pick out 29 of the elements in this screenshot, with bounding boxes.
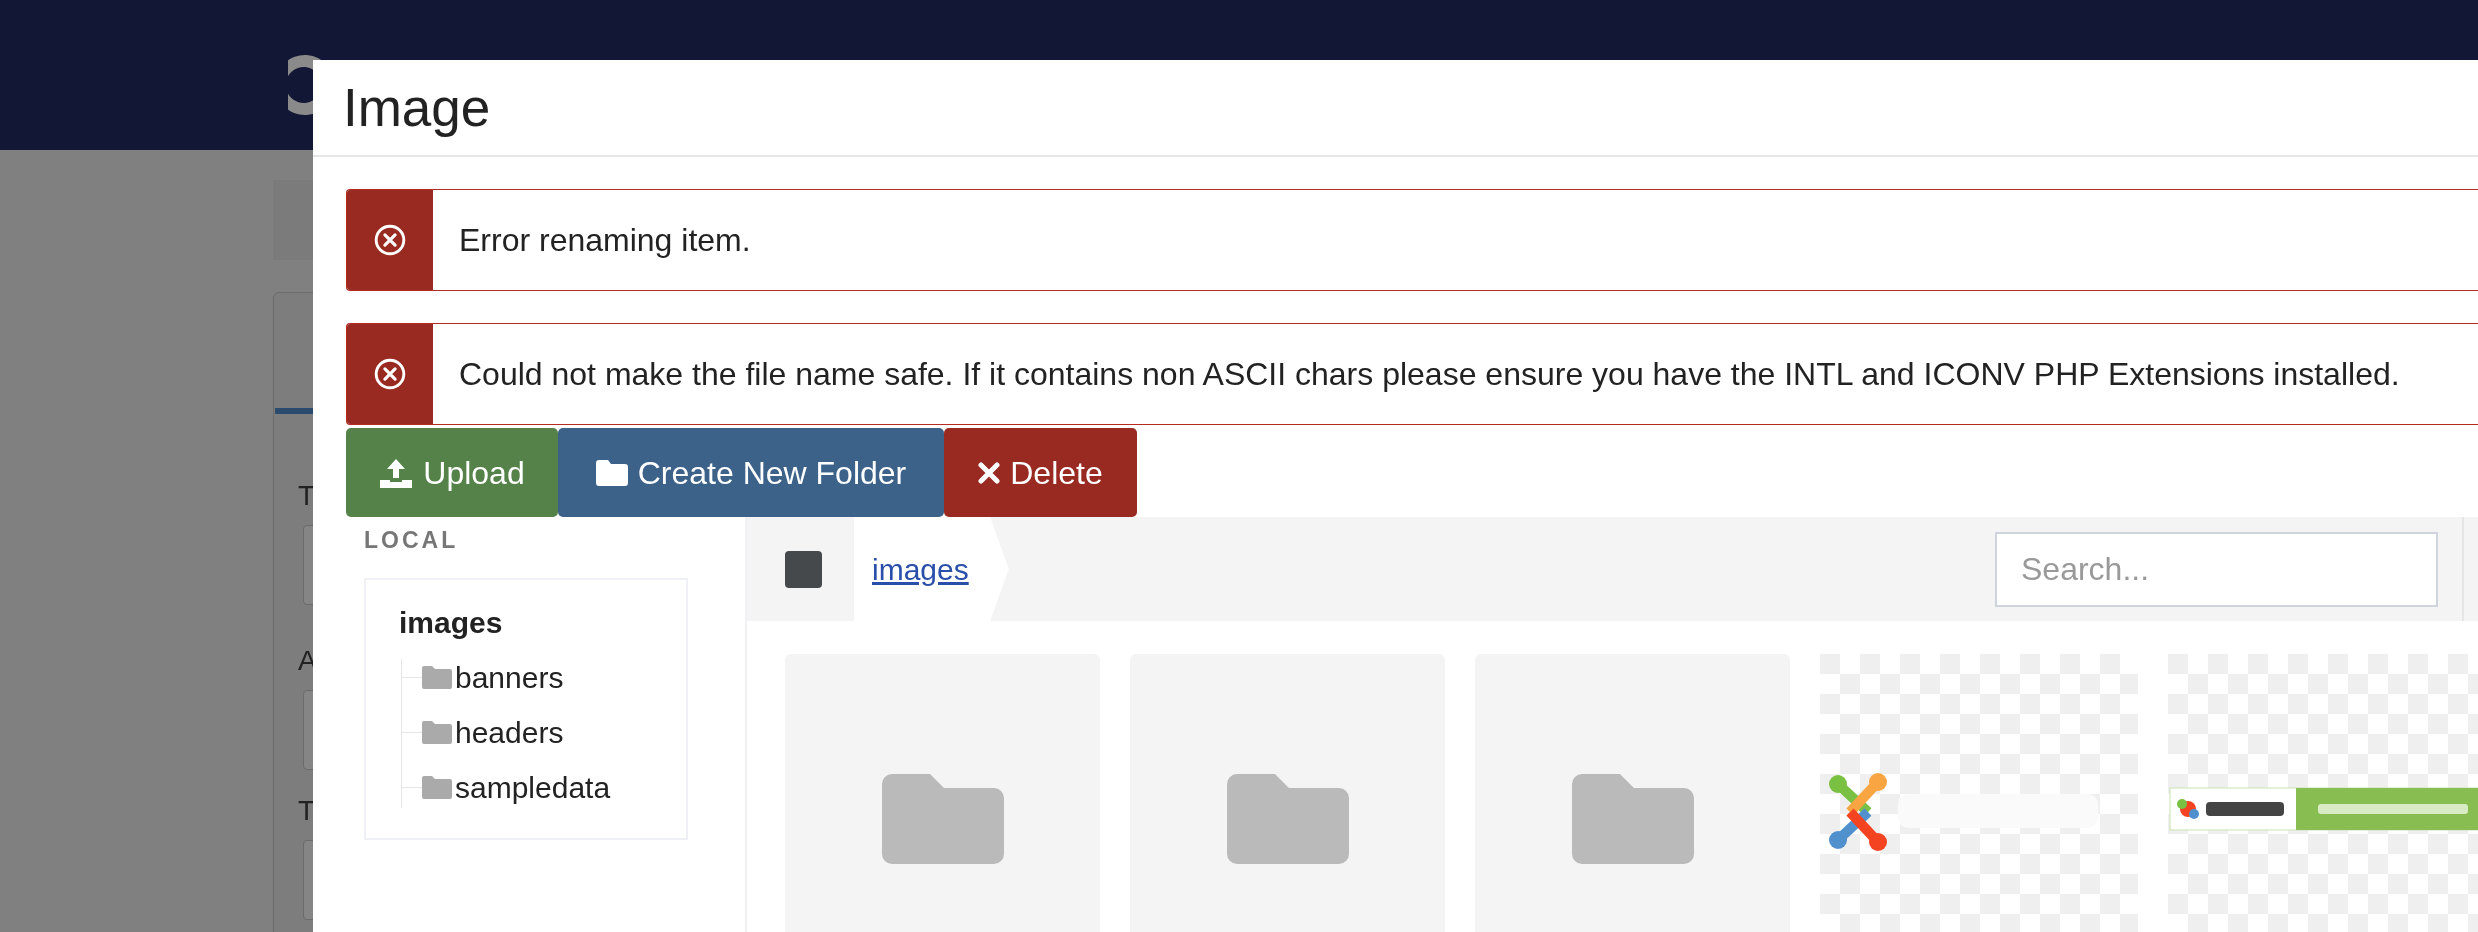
folder-card[interactable] (1475, 654, 1790, 932)
error-icon (374, 224, 406, 256)
tree-item[interactable]: banners (455, 658, 564, 696)
folder-card[interactable] (1130, 654, 1445, 932)
folder-icon (422, 720, 452, 744)
select-all-checkbox[interactable] (785, 550, 822, 588)
folder-icon (1226, 774, 1349, 864)
close-icon (978, 461, 1001, 484)
upload-icon (379, 457, 414, 488)
alert-message: Could not make the file name safe. If it contains non ASCII chars please ensure you have the INTL and ICONV PHP Extensions installed. (459, 355, 2400, 394)
tree-item[interactable]: sampledata (455, 768, 611, 806)
field-label: T (298, 479, 316, 513)
folder-icon (422, 775, 452, 799)
sidebar-heading: LOCAL (364, 526, 460, 555)
folder-icon (1571, 774, 1694, 864)
error-icon (374, 358, 406, 390)
folder-icon (595, 459, 628, 486)
search-field[interactable]: Search... (1995, 531, 2438, 607)
tree-item[interactable]: headers (455, 713, 564, 751)
delete-button[interactable]: Delete (944, 428, 1137, 517)
alert-message: Error renaming item. (459, 221, 751, 260)
folder-card[interactable] (785, 654, 1100, 932)
folder-icon (422, 665, 452, 689)
create-folder-button[interactable]: Create New Folder (558, 428, 944, 517)
field-label: T (298, 794, 316, 828)
tree-item[interactable]: images (399, 599, 686, 645)
breadcrumb-link[interactable]: images (872, 546, 969, 592)
folder-icon (881, 774, 1004, 864)
upload-button[interactable]: Upload (346, 428, 558, 517)
